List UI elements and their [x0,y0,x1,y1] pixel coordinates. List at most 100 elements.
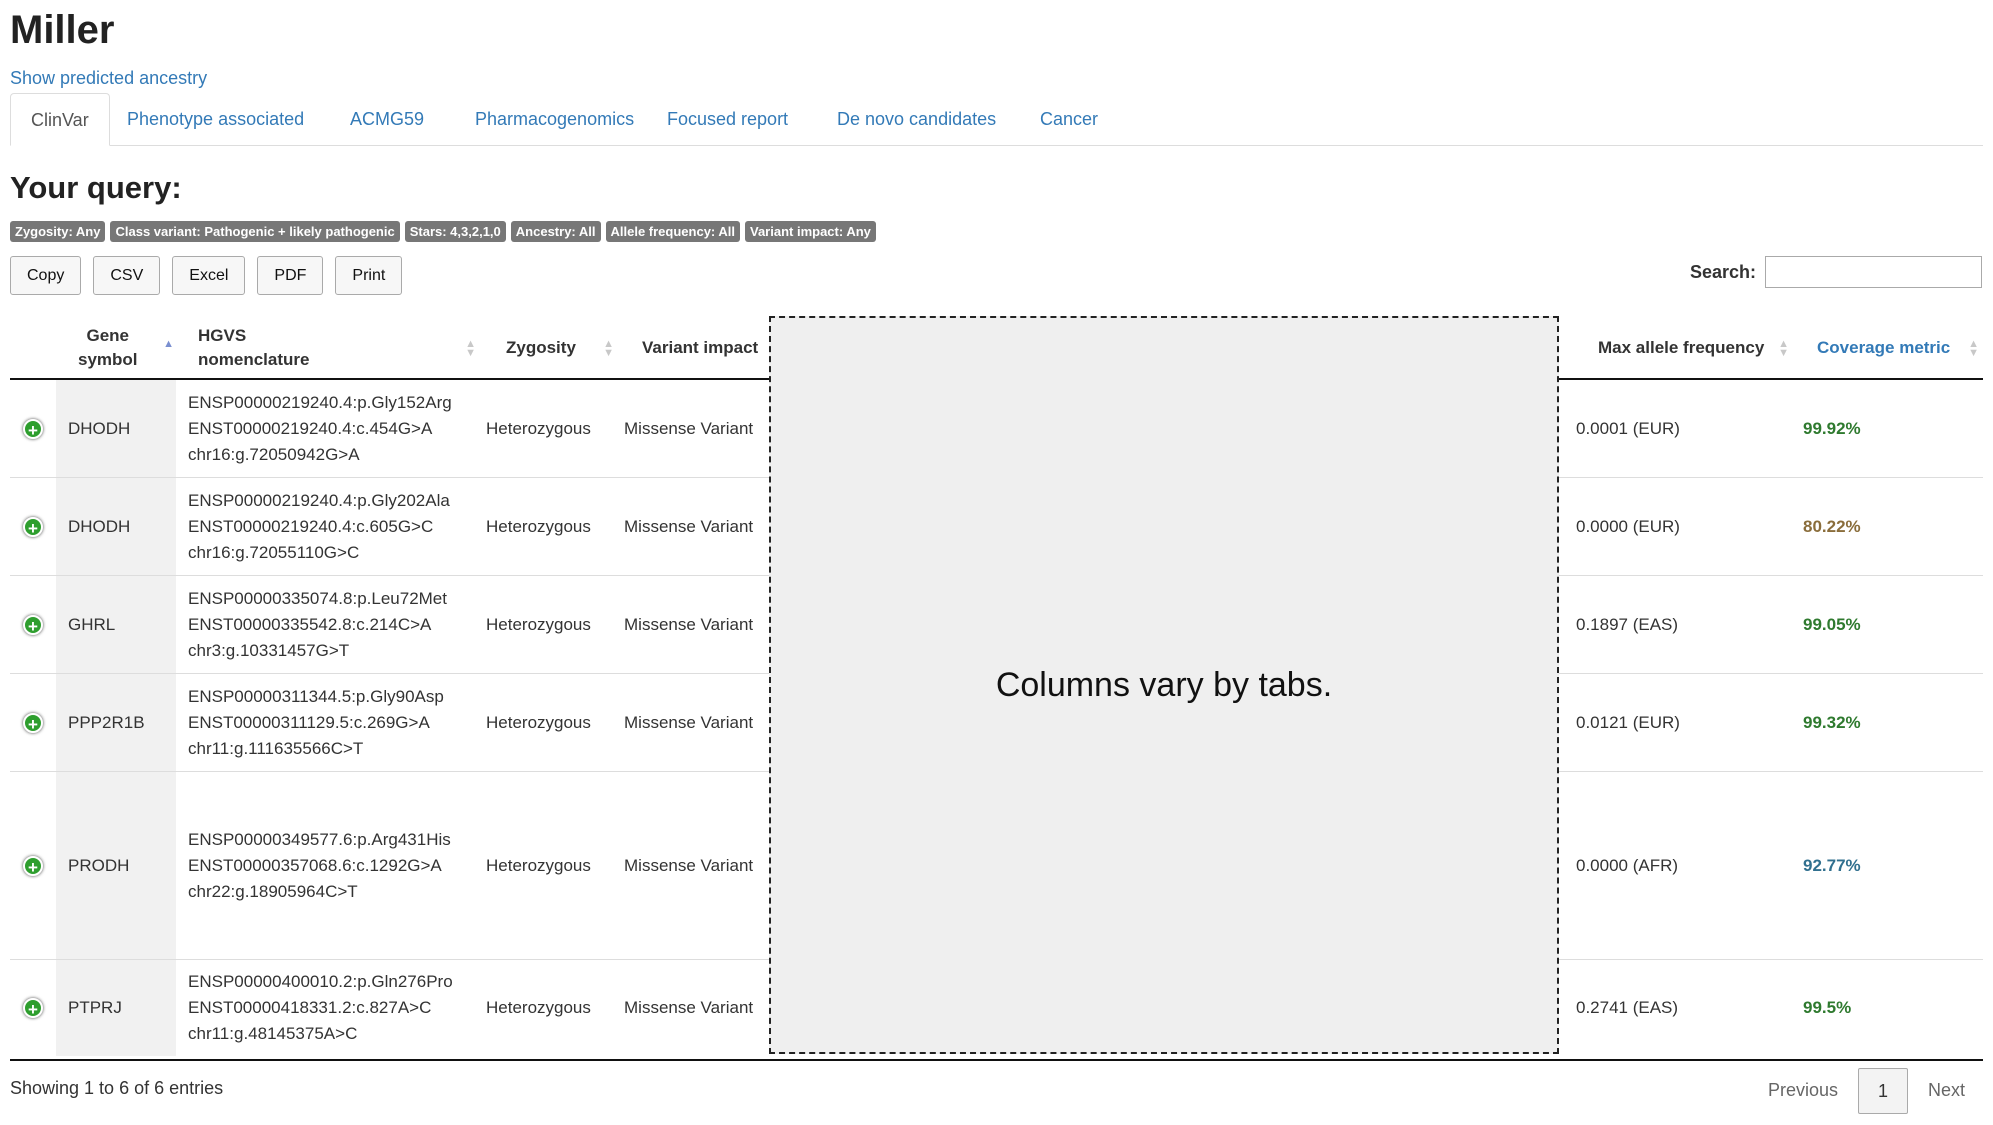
col-zygosity[interactable]: Zygosity ▲ ▼ [480,318,618,378]
row-control[interactable]: + [10,380,56,477]
sort-icon: ▲ [163,338,174,350]
col-max-allele-frequency-label: Max allele frequency [1598,338,1765,357]
sort-icon: ▲ ▼ [603,338,614,359]
pagination-previous[interactable]: Previous [1768,1068,1838,1112]
gene-cell: PTPRJ [56,960,176,1056]
print-button[interactable]: Print [335,256,403,295]
filter-badge-variant-impact: Variant impact: Any [745,221,876,242]
variant-impact-cell: Missense Variant [624,418,754,438]
hgvs-cell: ENSP00000400010.2:p.Gln276Pro ENST0000041… [176,960,476,1056]
zygosity-cell: Heterozygous [486,516,591,536]
col-coverage-metric-label: Coverage metric [1817,338,1951,357]
table-info: Showing 1 to 6 of 6 entries [10,1078,224,1098]
filter-badge-allele-frequency: Allele frequency: All [605,221,740,242]
hgvs-genomic: chr16:g.72050942G>A [188,444,360,464]
variant-impact-cell: Missense Variant [624,516,754,536]
col-variant-impact[interactable]: Variant impact [618,318,773,378]
coverage-cell: 80.22% [1803,516,1861,536]
pagination-page-1[interactable]: 1 [1858,1068,1908,1114]
hgvs-transcript: ENST00000219240.4:c.454G>A [188,418,433,438]
hgvs-cell: ENSP00000349577.6:p.Arg431His ENST0000035… [176,772,476,959]
row-control[interactable]: + [10,478,56,575]
row-control[interactable]: + [10,674,56,771]
search-input[interactable] [1765,256,1982,288]
hgvs-genomic: chr3:g.10331457G>T [188,640,350,660]
filter-badge-ancestry: Ancestry: All [510,221,601,242]
table-footer-rule [10,1059,1983,1061]
expand-row-icon[interactable]: + [23,516,43,538]
placeholder-text: Columns vary by tabs. [995,665,1333,704]
excel-button[interactable]: Excel [172,256,246,295]
expand-row-icon[interactable]: + [23,712,43,734]
hgvs-genomic: chr11:g.111635566C>T [188,738,364,758]
coverage-cell: 92.77% [1803,855,1861,875]
coverage-cell: 99.92% [1803,418,1861,438]
zygosity-cell: Heterozygous [486,418,591,438]
tab-phenotype-associated[interactable]: Phenotype associated [107,93,324,145]
hgvs-protein: ENSP00000335074.8:p.Leu72Met [188,588,447,608]
variable-columns-placeholder: Columns vary by tabs. [769,316,1559,1054]
hgvs-protein: ENSP00000311344.5:p.Gly90Asp [188,686,444,706]
expand-row-icon[interactable]: + [23,614,43,636]
zygosity-cell: Heterozygous [486,855,591,875]
query-heading: Your query: [10,170,182,205]
copy-button[interactable]: Copy [10,256,82,295]
report-tabs: ClinVar Phenotype associated ACMG59 Phar… [10,93,1983,146]
coverage-cell: 99.5% [1803,998,1852,1017]
row-control[interactable]: + [10,772,56,959]
filter-badge-class-variant: Class variant: Pathogenic + likely patho… [110,221,400,242]
hgvs-transcript: ENST00000219240.4:c.605G>C [188,516,434,536]
expand-row-icon[interactable]: + [23,418,43,440]
tab-focused-report[interactable]: Focused report [647,93,808,145]
max-allele-frequency-cell: 0.2741 (EAS) [1576,998,1679,1017]
tab-clinvar[interactable]: ClinVar [10,93,110,146]
hgvs-genomic: chr11:g.48145375A>C [188,1024,358,1043]
variant-impact-cell: Missense Variant [624,855,754,875]
gene-cell: PRODH [56,772,176,959]
gene-cell: DHODH [56,380,176,477]
hgvs-protein: ENSP00000349577.6:p.Arg431His [188,829,451,849]
hgvs-genomic: chr16:g.72055110G>C [188,542,360,562]
hgvs-cell: ENSP00000311344.5:p.Gly90Asp ENST00000311… [176,674,476,771]
hgvs-protein: ENSP00000219240.4:p.Gly202Ala [188,490,450,510]
row-control[interactable]: + [10,960,56,1056]
max-allele-frequency-cell: 0.0000 (AFR) [1576,855,1679,875]
col-gene-symbol-line1: Gene [86,326,130,345]
hgvs-transcript: ENST00000335542.8:c.214C>A [188,614,432,634]
csv-button[interactable]: CSV [93,256,161,295]
col-gene-symbol[interactable]: Gene symbol ▲ [78,318,178,378]
tab-acmg59[interactable]: ACMG59 [330,93,444,145]
show-ancestry-link[interactable]: Show predicted ancestry [10,68,207,89]
query-filters: Zygosity: Any Class variant: Pathogenic … [10,221,876,242]
filter-badge-zygosity: Zygosity: Any [10,221,106,242]
gene-cell: GHRL [56,576,176,673]
pagination-next[interactable]: Next [1928,1068,1965,1112]
tab-cancer[interactable]: Cancer [1020,93,1118,145]
hgvs-transcript: ENST00000418331.2:c.827A>C [188,998,432,1017]
max-allele-frequency-cell: 0.0000 (EUR) [1576,516,1680,536]
search-label: Search: [1690,262,1757,282]
coverage-cell: 99.32% [1803,712,1861,732]
filter-badge-stars: Stars: 4,3,2,1,0 [404,221,506,242]
col-zygosity-label: Zygosity [506,338,576,357]
pdf-button[interactable]: PDF [257,256,324,295]
max-allele-frequency-cell: 0.0121 (EUR) [1576,712,1680,732]
col-hgvs[interactable]: HGVS nomenclature ▲ ▼ [188,318,480,378]
expand-row-icon[interactable]: + [23,998,43,1019]
gene-cell: DHODH [56,478,176,575]
tab-de-novo-candidates[interactable]: De novo candidates [817,93,1016,145]
col-max-allele-frequency[interactable]: Max allele frequency ▲ ▼ [1568,318,1793,378]
coverage-cell: 99.05% [1803,614,1861,634]
gene-cell: PPP2R1B [56,674,176,771]
page-title: Miller [10,8,115,52]
sort-icon: ▲ ▼ [1968,338,1979,359]
hgvs-genomic: chr22:g.18905964C>T [188,881,358,901]
tab-pharmacogenomics[interactable]: Pharmacogenomics [455,93,654,145]
variant-impact-cell: Missense Variant [624,712,754,732]
expand-row-icon[interactable]: + [23,855,43,877]
col-coverage-metric[interactable]: Coverage metric ▲ ▼ [1793,318,1983,378]
hgvs-protein: ENSP00000400010.2:p.Gln276Pro [188,972,453,991]
sort-icon: ▲ ▼ [1778,338,1789,359]
row-control[interactable]: + [10,576,56,673]
hgvs-cell: ENSP00000219240.4:p.Gly202Ala ENST0000021… [176,478,476,575]
